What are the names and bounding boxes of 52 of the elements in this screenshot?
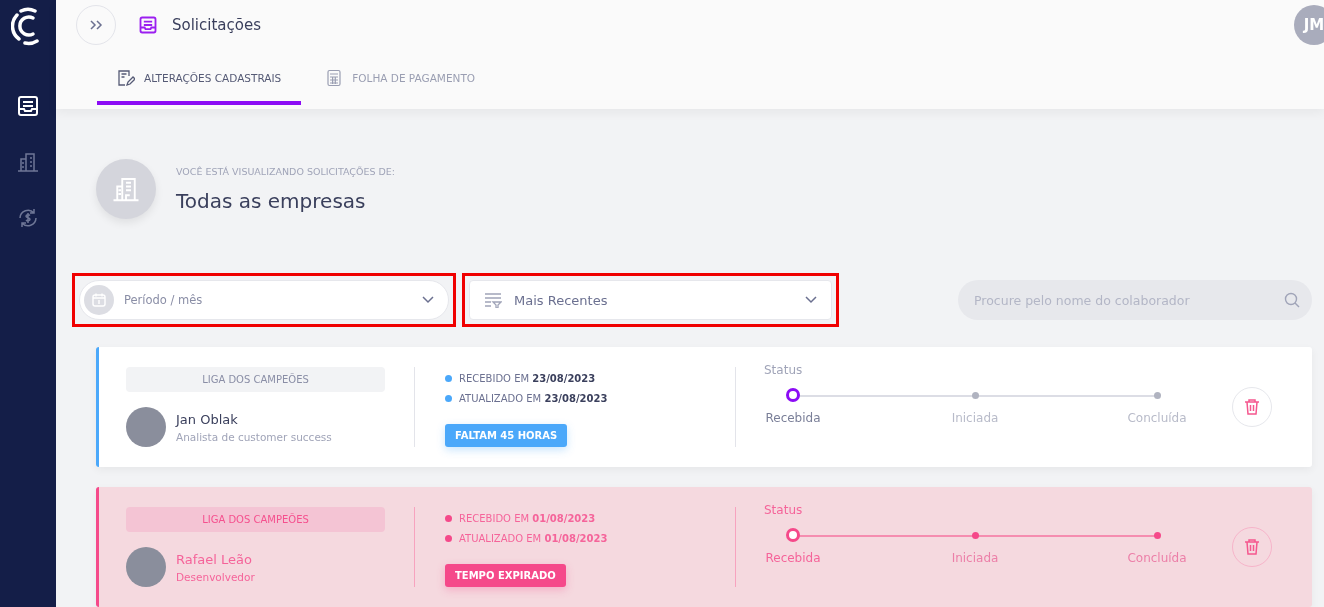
inbox-icon	[138, 15, 158, 35]
company-tag: LIGA DOS CAMPEÕES	[126, 507, 385, 532]
employee-role: Analista de customer success	[176, 430, 332, 443]
tab[interactable]: ALTERAÇÕES CADASTRAIS	[97, 63, 302, 105]
trash-icon	[1244, 398, 1260, 416]
bullet-icon	[445, 375, 452, 382]
request-card[interactable]: LIGA DOS CAMPEÕES Rafael Leão Desenvolvedor RECEBIDO EM 01/08/2023 ATUALIZADO EM 01/08/2023 TEMPO EXPIRADO Status Recebida Iniciada Concluída	[96, 487, 1312, 607]
photo-placeholder	[126, 407, 166, 447]
status-label: Status	[764, 503, 804, 517]
tab[interactable]: FOLHA DE PAGAMENTO	[305, 63, 496, 105]
calculator-icon	[325, 69, 344, 87]
employee-name: Rafael Leão	[176, 551, 253, 567]
updated-date: ATUALIZADO EM 01/08/2023	[459, 533, 608, 544]
step-label: Recebida	[765, 411, 821, 425]
edit-document-icon	[117, 69, 135, 87]
employee-role: Desenvolvedor	[176, 570, 255, 583]
expand-button[interactable]	[76, 5, 116, 45]
user-avatar[interactable]: JM	[1294, 5, 1324, 45]
trash-icon	[1244, 538, 1260, 556]
double-chevron-icon	[89, 19, 103, 31]
step-label: Recebida	[765, 551, 821, 565]
step-label: Concluída	[1127, 411, 1187, 425]
employee-name: Jan Oblak	[176, 411, 239, 427]
filter-list-icon	[484, 292, 502, 308]
page-title: Solicitações	[172, 16, 261, 34]
bullet-icon	[445, 535, 452, 542]
photo-placeholder	[126, 547, 166, 587]
step-label: Iniciada	[951, 411, 999, 425]
step-label: Concluída	[1127, 551, 1187, 565]
deadline-badge: FALTAM 45 HORAS	[445, 424, 568, 447]
deadline-badge: TEMPO EXPIRADO	[445, 564, 566, 587]
chevron-down-icon	[805, 296, 817, 304]
request-card[interactable]: LIGA DOS CAMPEÕES Jan Oblak Analista de customer success RECEBIDO EM 23/08/2023 ATUALIZADO EM 23/08/2023 FALTAM 45 HORAS Status Recebida Iniciada Concluída	[96, 347, 1312, 467]
updated-date: ATUALIZADO EM 23/08/2023	[459, 393, 608, 404]
received-date: RECEBIDO EM 01/08/2023	[459, 513, 596, 524]
dollar-cycle-icon[interactable]	[16, 206, 40, 230]
step-label: Iniciada	[951, 551, 999, 565]
bullet-icon	[445, 515, 452, 522]
calendar-icon	[91, 292, 107, 308]
search-icon	[1284, 292, 1300, 308]
company-tag: LIGA DOS CAMPEÕES	[126, 367, 385, 392]
received-date: RECEBIDO EM 23/08/2023	[459, 373, 596, 384]
period-dropdown[interactable]: Período / mês	[79, 280, 449, 320]
sort-dropdown[interactable]: Mais Recentes	[469, 280, 832, 320]
viewing-caption: VOCÊ ESTÁ VISUALIZANDO SOLICITAÇÕES DE:	[176, 165, 395, 177]
inbox-icon[interactable]	[16, 94, 40, 118]
bullet-icon	[445, 395, 452, 402]
status-label: Status	[764, 363, 804, 377]
company-name: Todas as empresas	[176, 188, 367, 213]
company-avatar	[96, 159, 156, 219]
building-icon[interactable]	[16, 150, 40, 174]
chevron-down-icon	[422, 296, 434, 304]
